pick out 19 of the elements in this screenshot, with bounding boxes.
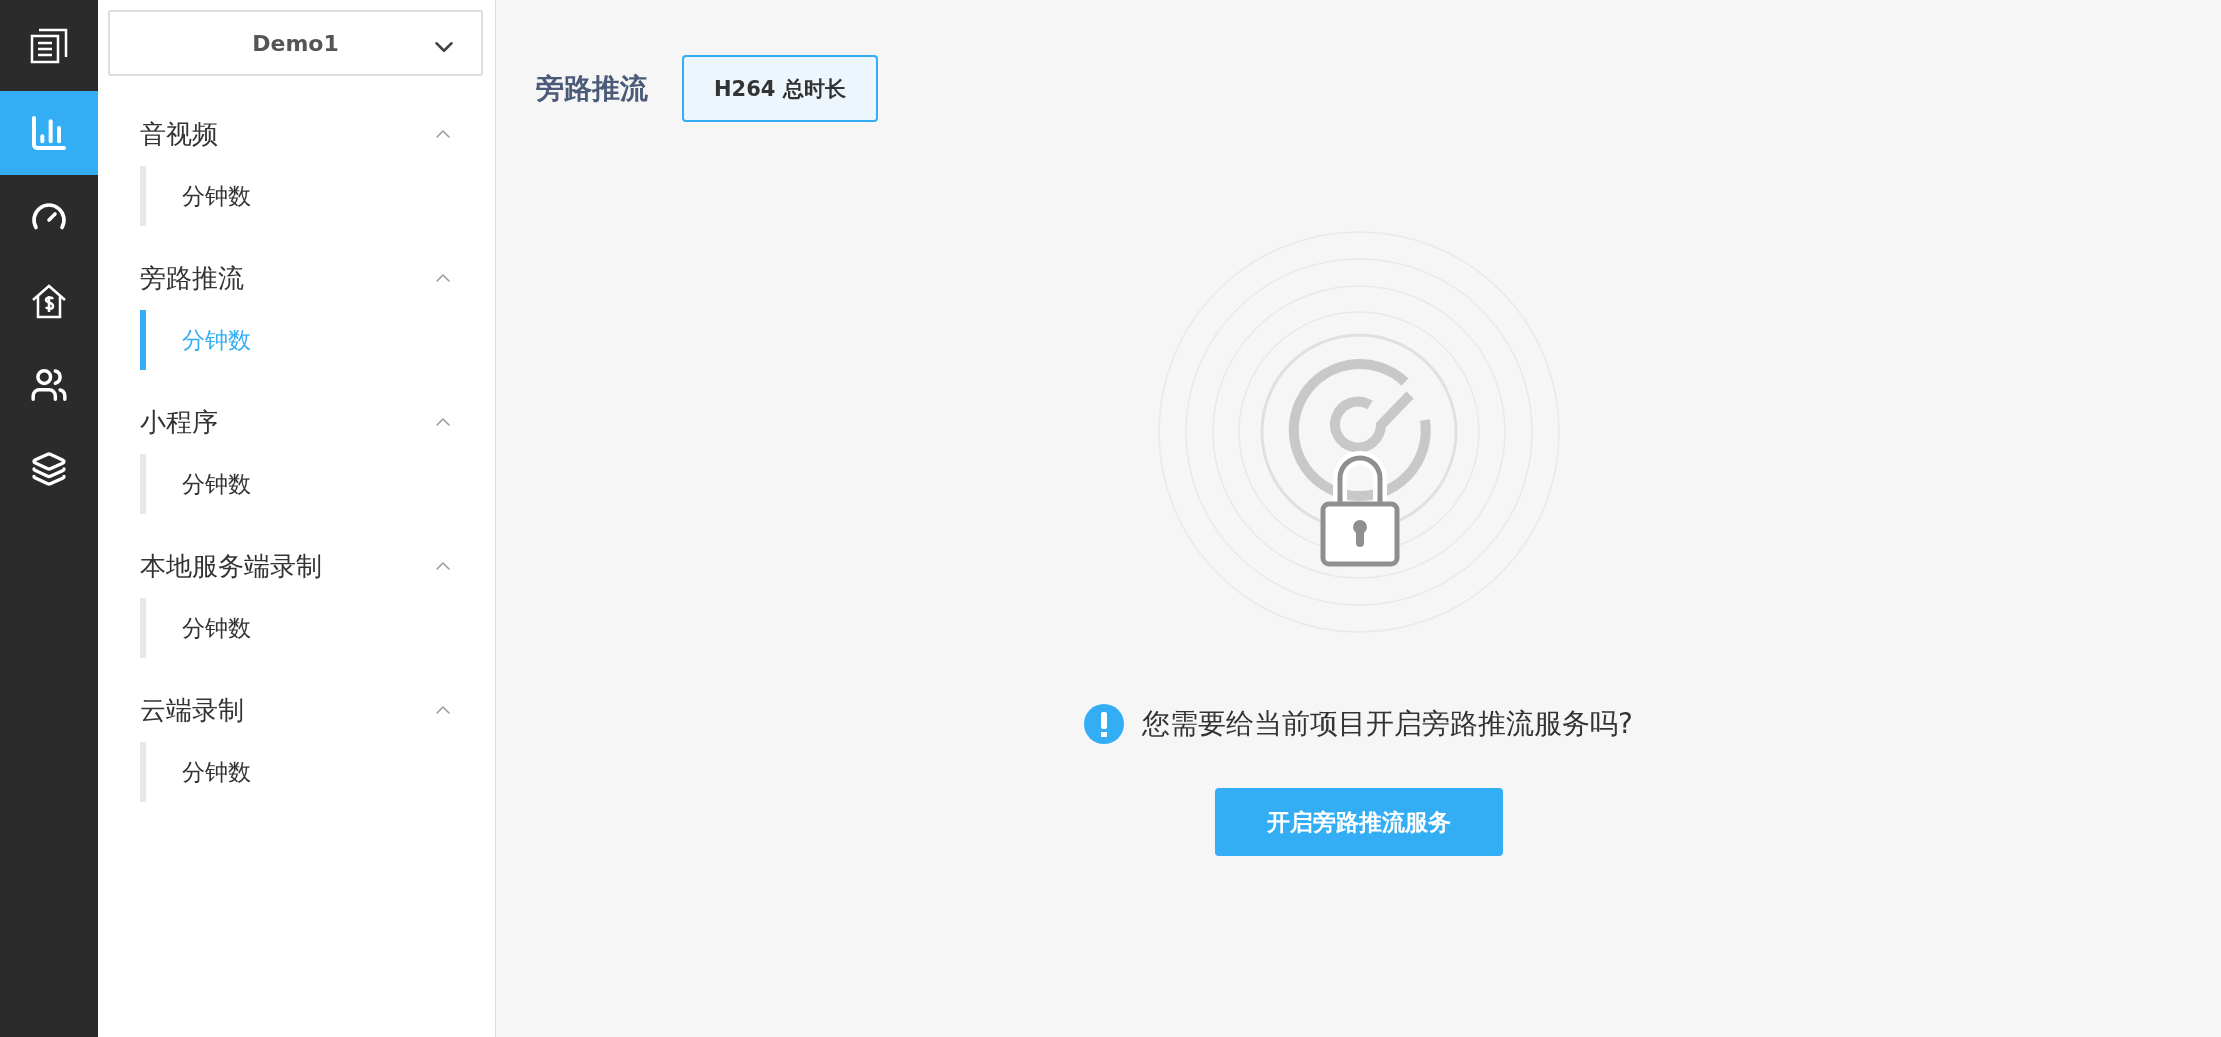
section-title: 小程序 [140, 405, 218, 439]
section-title: 音视频 [140, 117, 218, 151]
sidebar-item[interactable]: 分钟数 [140, 166, 483, 226]
section-title: 云端录制 [140, 693, 244, 727]
metric-tab[interactable]: H264 总时长 [682, 55, 878, 122]
sidebar-item[interactable]: 分钟数 [140, 598, 483, 658]
layers-icon [31, 451, 67, 487]
section-title: 本地服务端录制 [140, 549, 322, 583]
page-title: 旁路推流 [536, 70, 648, 107]
section-title: 旁路推流 [140, 261, 244, 295]
house-dollar-icon [30, 283, 68, 319]
exclamation-icon [1084, 704, 1125, 744]
users-icon [30, 366, 68, 404]
prompt-message: 您需要给当前项目开启旁路推流服务吗? [1142, 706, 1633, 742]
document-list-icon [30, 26, 68, 65]
project-select[interactable]: Demo1 [108, 10, 483, 76]
bar-chart-icon [29, 113, 69, 153]
sidebar-item[interactable]: 分钟数 [140, 742, 483, 802]
sidebar-item[interactable]: 分钟数 [140, 454, 483, 514]
